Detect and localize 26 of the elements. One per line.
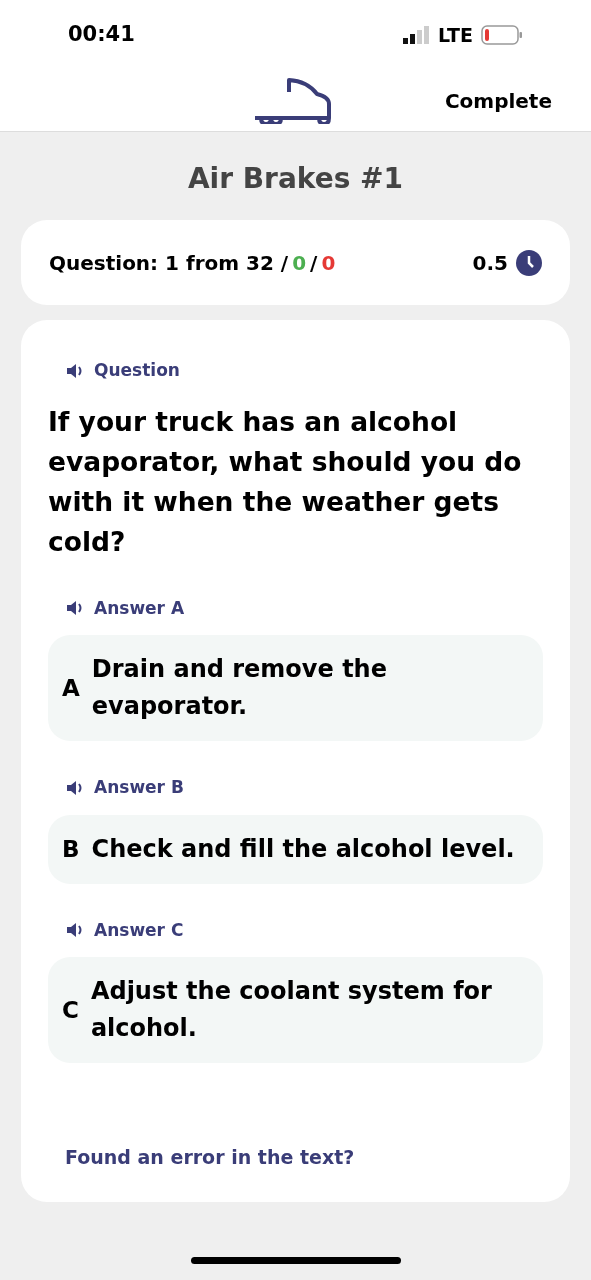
answer-text: Check and fill the alcohol level. [91, 833, 515, 865]
score-text: / [310, 249, 318, 277]
answer-option[interactable]: C Adjust the coolant system for alcohol. [48, 957, 543, 1063]
clock-icon [516, 249, 542, 276]
battery-icon [481, 24, 523, 46]
score-text: 0 [292, 249, 307, 277]
answer-letter: A [62, 673, 80, 703]
status-time: 00:41 [68, 21, 135, 49]
answer-letter: B [62, 834, 80, 864]
report-error-link[interactable]: Found an error in the text? [65, 1143, 543, 1172]
quiz-title: Air Brakes #1 [186, 161, 405, 197]
signal-icon [402, 25, 431, 45]
score-text: Question: 1 from 32 / [49, 249, 289, 277]
complete-button[interactable]: Complete [444, 85, 552, 116]
audio-button[interactable]: Question [66, 358, 180, 384]
score-text: 0 [321, 249, 336, 277]
timer-value: 0.5 [472, 249, 508, 277]
audio-button[interactable]: Answer A [66, 595, 185, 621]
audio-button[interactable]: Answer C [66, 917, 184, 943]
answer-text: Drain and remove the evaporator. [91, 654, 388, 722]
answer-text: Adjust the coolant system for alcohol. [90, 976, 493, 1044]
audio-button[interactable]: Answer B [66, 775, 184, 801]
answer-option[interactable]: B Check and fill the alcohol level. [48, 814, 543, 884]
network-label: LTE [438, 22, 473, 48]
answer-letter: C [62, 995, 79, 1025]
question-text: If your truck has an alcohol evaporator, what should you do with it when the weather gets cold? [48, 404, 523, 559]
